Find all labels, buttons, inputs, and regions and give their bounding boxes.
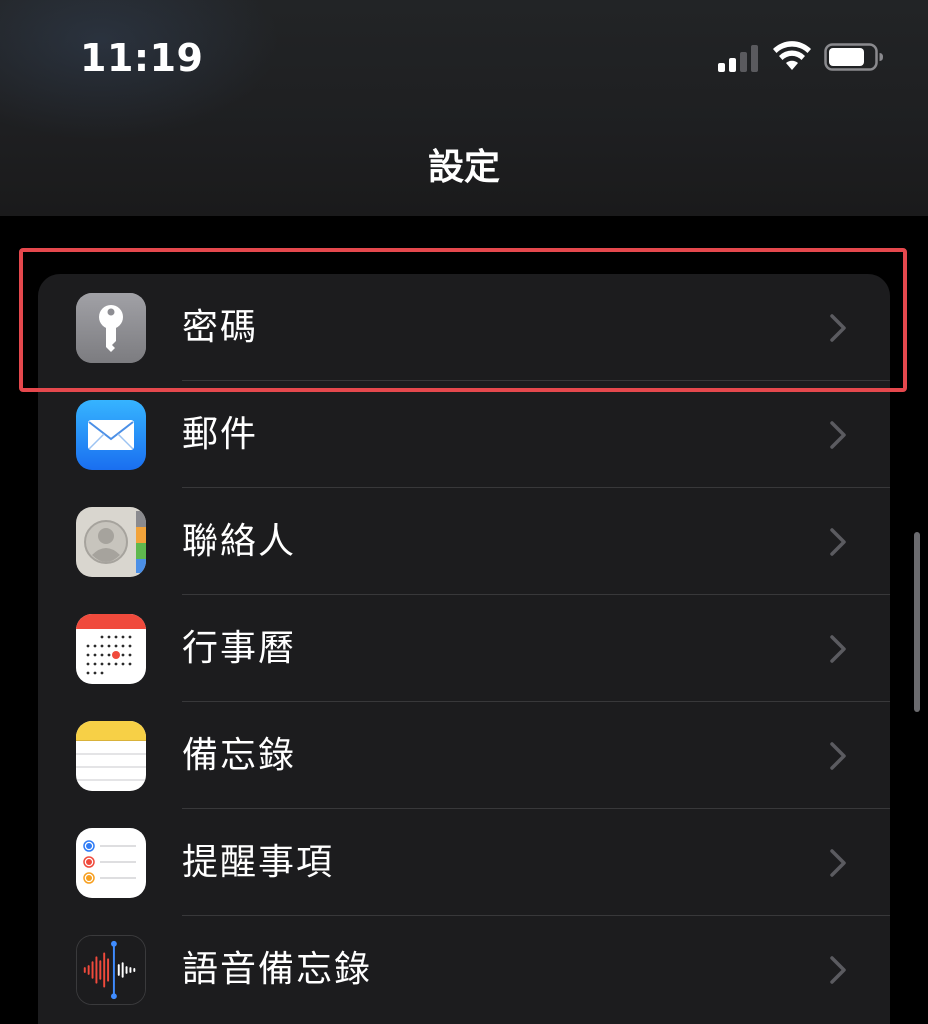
settings-row-label: 行事曆 [182,628,297,669]
scrollbar[interactable] [914,532,920,712]
settings-screen: 11:19 設定 密碼 郵件 聯絡人 行事曆 備忘錄 提醒事項 語音備忘錄 [0,0,928,1024]
chevron-right-icon [830,635,846,663]
reminders-icon [76,828,146,898]
settings-row-notes[interactable]: 備忘錄 [38,702,890,809]
settings-row-calendar[interactable]: 行事曆 [38,595,890,702]
settings-group: 密碼 郵件 聯絡人 行事曆 備忘錄 提醒事項 語音備忘錄 [38,274,890,1024]
settings-row-label: 聯絡人 [182,521,297,562]
settings-row-reminders[interactable]: 提醒事項 [38,809,890,916]
chevron-right-icon [830,849,846,877]
settings-row-label: 備忘錄 [182,735,297,776]
settings-row-passwords[interactable]: 密碼 [38,274,890,381]
cellular-signal-icon [718,44,760,72]
status-time: 11:19 [80,36,204,80]
calendar-icon [76,614,146,684]
settings-row-label: 語音備忘錄 [182,949,373,990]
header: 11:19 設定 [0,0,928,216]
settings-row-label: 郵件 [182,414,259,455]
chevron-right-icon [830,421,846,449]
settings-row-voice-memos[interactable]: 語音備忘錄 [38,916,890,1023]
settings-row-label: 密碼 [182,307,259,348]
wifi-icon [773,41,811,70]
mail-icon [76,400,146,470]
page-title: 設定 [427,147,500,188]
chevron-right-icon [830,314,846,342]
settings-row-mail[interactable]: 郵件 [38,381,890,488]
notes-icon [76,721,146,791]
chevron-right-icon [830,956,846,984]
chevron-right-icon [830,528,846,556]
settings-row-label: 提醒事項 [182,842,335,883]
chevron-right-icon [830,742,846,770]
key-icon [76,293,146,363]
contacts-icon [76,507,146,577]
voice-memos-icon [76,935,146,1005]
settings-row-contacts[interactable]: 聯絡人 [38,488,890,595]
battery-icon [824,43,883,71]
